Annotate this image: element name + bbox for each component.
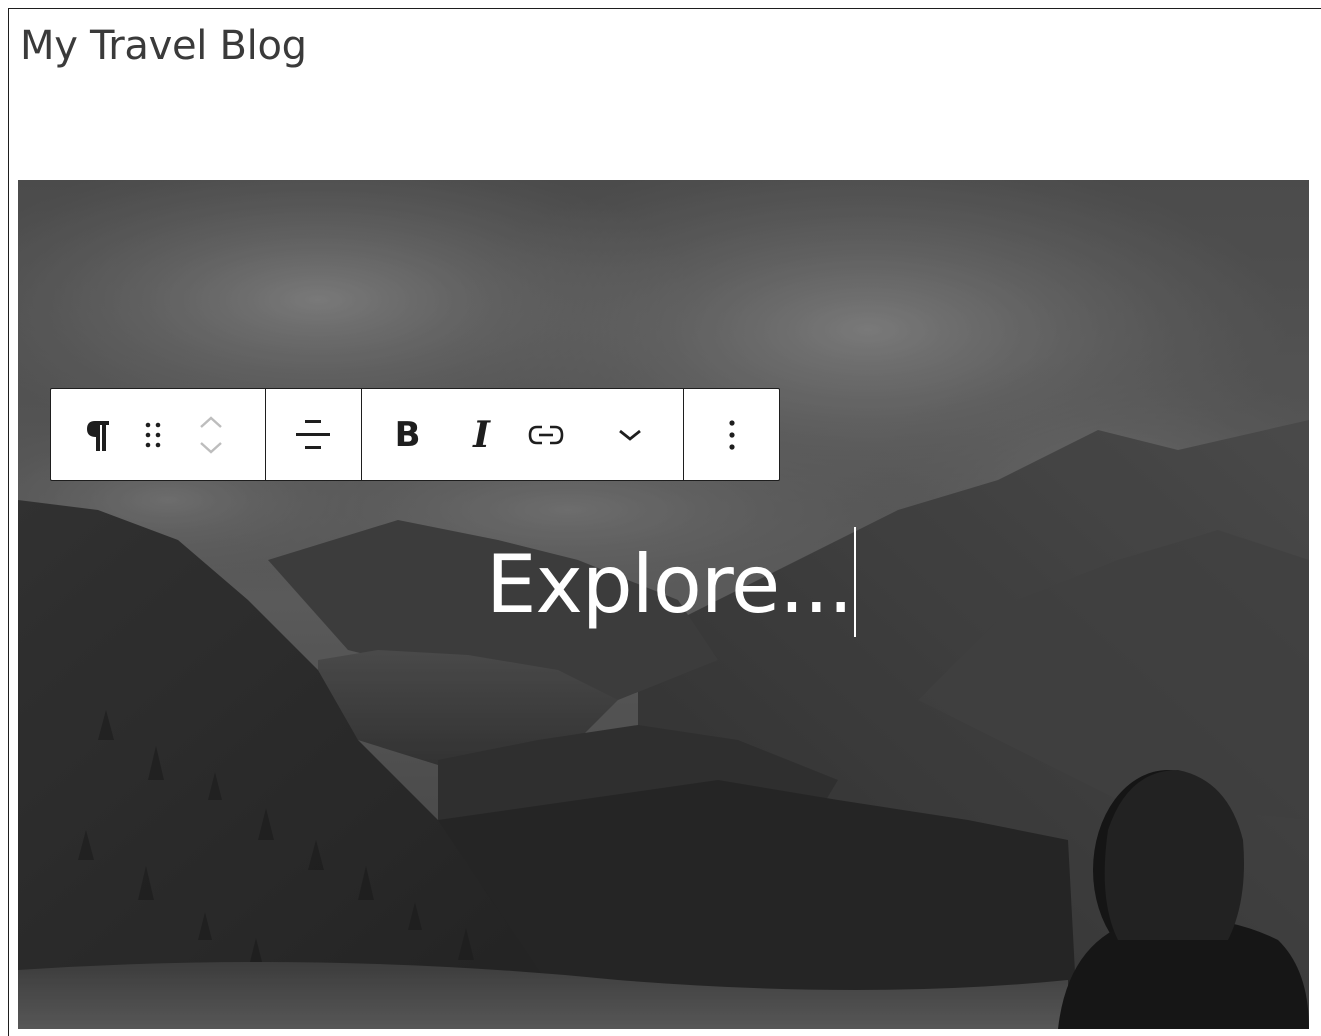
drag-handle-button[interactable]: [133, 405, 173, 465]
align-button[interactable]: [288, 405, 338, 465]
align-center-icon: [296, 419, 331, 449]
bold-button[interactable]: B: [380, 405, 436, 465]
paragraph-button[interactable]: [71, 405, 125, 465]
chevron-down-icon: [618, 429, 641, 441]
italic-button[interactable]: I: [454, 405, 510, 465]
italic-icon: I: [473, 413, 490, 456]
toolbar-group-format: B I: [362, 389, 685, 480]
chevron-down-icon: [200, 441, 222, 454]
more-vertical-icon: [728, 419, 735, 450]
cover-heading[interactable]: Explore...: [486, 527, 857, 645]
cover-heading-text[interactable]: Explore...: [486, 538, 853, 631]
drag-handle-icon: [145, 422, 161, 447]
text-cursor: [854, 527, 857, 638]
cover-block[interactable]: Explore...: [18, 180, 1309, 1029]
options-button[interactable]: [707, 405, 757, 465]
more-rich-text-button[interactable]: [602, 405, 658, 465]
toolbar-group-block: [51, 389, 266, 480]
site-title[interactable]: My Travel Blog: [20, 20, 307, 72]
toolbar-group-align: [266, 389, 362, 480]
move-down-button[interactable]: [198, 435, 224, 461]
link-button[interactable]: [518, 405, 574, 465]
paragraph-icon: [87, 420, 109, 451]
toolbar-group-options: [684, 389, 779, 480]
bold-icon: B: [394, 414, 421, 455]
block-toolbar: B I: [50, 388, 780, 481]
link-icon: [528, 425, 563, 444]
move-up-button[interactable]: [198, 409, 224, 435]
chevron-up-icon: [200, 415, 222, 428]
block-mover: [191, 405, 231, 465]
